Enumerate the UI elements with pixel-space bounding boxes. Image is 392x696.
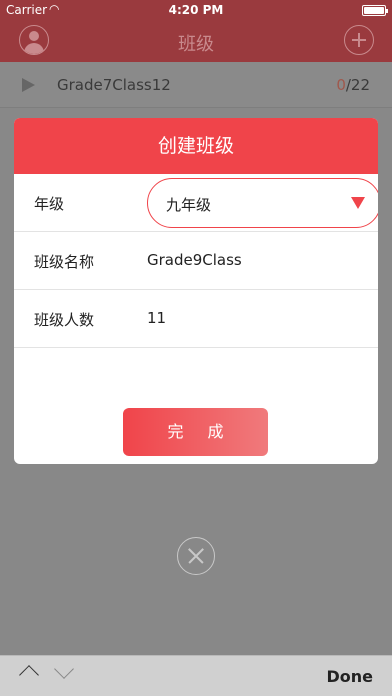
grade-label: 年级: [34, 195, 65, 213]
grade-row: 年级 九年级: [14, 174, 378, 232]
chevron-up-icon[interactable]: [19, 665, 39, 685]
create-class-dialog: 创建班级 年级 九年级 班级名称 Grade9Class 班级人数 11 完成: [14, 118, 378, 464]
play-icon: [22, 78, 35, 92]
dialog-title: 创建班级: [14, 118, 378, 174]
add-class-button[interactable]: [344, 25, 374, 55]
chevron-down-icon[interactable]: [54, 659, 74, 679]
nav-bar: 班级: [0, 20, 392, 62]
student-count-label: 班级人数: [34, 311, 95, 329]
page-title: 班级: [178, 34, 214, 55]
dropdown-arrow-icon: [351, 197, 365, 209]
grade-selected-value: 九年级: [166, 196, 212, 214]
status-bar: Carrier ◠ 4:20 PM: [0, 0, 392, 20]
class-count: 0/22: [336, 76, 370, 94]
grade-select[interactable]: 九年级: [147, 178, 378, 228]
class-name: Grade7Class12: [57, 76, 171, 94]
student-count-input[interactable]: 11: [147, 309, 166, 327]
battery-icon: [362, 5, 388, 16]
class-name-row: 班级名称 Grade9Class: [14, 232, 378, 290]
class-name-label: 班级名称: [34, 253, 95, 271]
list-item[interactable]: Grade7Class12 0/22: [0, 62, 392, 108]
keyboard-toolbar: Done: [0, 655, 392, 696]
class-name-input[interactable]: Grade9Class: [147, 251, 242, 269]
done-button[interactable]: 完成: [123, 408, 268, 456]
status-time: 4:20 PM: [168, 3, 224, 17]
keyboard-done-button[interactable]: Done: [326, 667, 373, 686]
close-icon[interactable]: [177, 537, 215, 575]
student-count-row: 班级人数 11: [14, 290, 378, 348]
